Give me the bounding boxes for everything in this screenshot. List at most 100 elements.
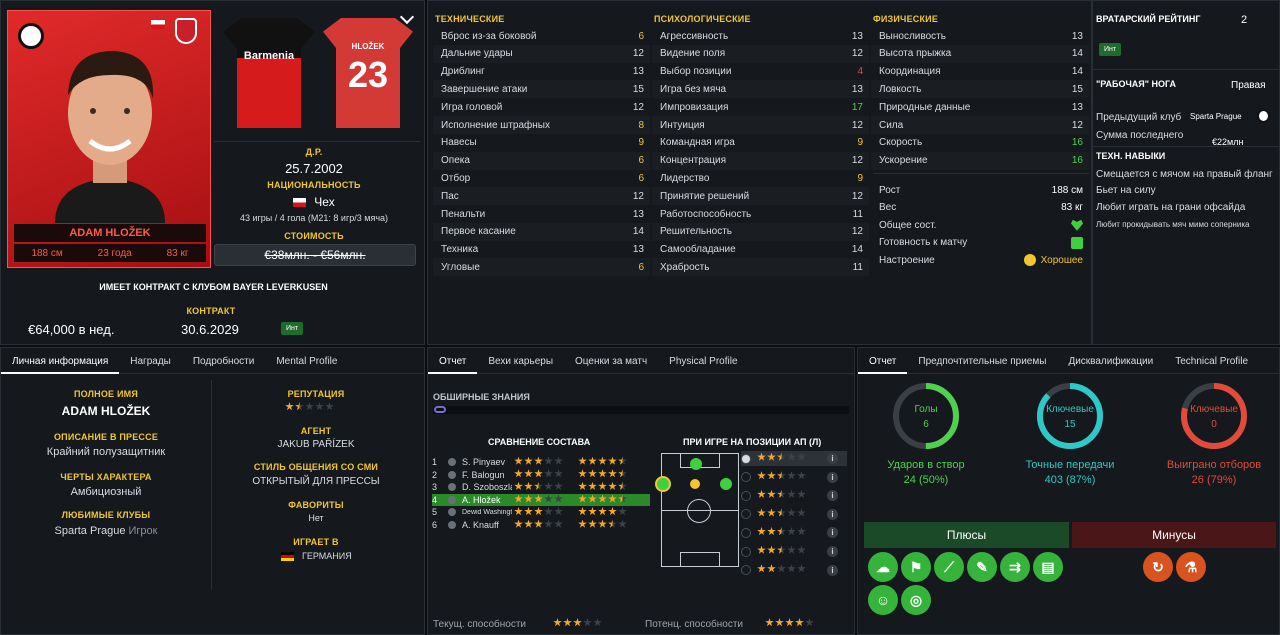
role-radio[interactable] — [741, 472, 751, 483]
attribute-value: 11 — [852, 208, 863, 220]
squad-row[interactable]: 1 S. Pinyaev — [432, 456, 650, 468]
attribute-row: Опека 6 — [433, 151, 650, 170]
role-radio[interactable] — [741, 527, 751, 538]
star-icon — [608, 456, 617, 465]
body-value: 83 кг — [1061, 202, 1083, 214]
role-row[interactable]: i — [741, 451, 847, 466]
fav-club-name[interactable]: Sparta Prague — [55, 525, 126, 537]
attribute-value: 12 — [632, 48, 644, 60]
ring-value: 15 — [1064, 419, 1076, 430]
morale-text: Хорошее — [1040, 254, 1083, 266]
role-radio[interactable] — [741, 453, 751, 464]
attribute-row: Дальние удары 12 — [433, 44, 650, 63]
info-icon[interactable]: i — [827, 546, 838, 557]
tab-mental-profile[interactable]: Mental Profile — [265, 348, 348, 374]
tackle-icon[interactable]: ↻ — [1143, 552, 1173, 582]
star-icon — [777, 489, 786, 498]
role-row[interactable]: i — [741, 470, 847, 485]
info-icon[interactable]: i — [827, 471, 838, 483]
role-row[interactable]: i — [741, 507, 847, 522]
reputation-label: РЕПУТАЦИЯ — [287, 389, 345, 399]
press-value: Крайний полузащитник — [46, 446, 166, 458]
attribute-row: Решительность 12 — [652, 222, 869, 241]
role-radio[interactable] — [741, 565, 751, 576]
squad-name[interactable]: Dewid Washington — [462, 509, 512, 516]
tab-personal-info[interactable]: Личная информация — [1, 348, 120, 374]
squad-row[interactable]: 4 A. Hložek — [432, 493, 650, 506]
squad-name[interactable]: A. Knauff — [462, 520, 512, 530]
tab-details[interactable]: Подробности — [182, 348, 265, 374]
attribute-value: 6 — [638, 155, 644, 167]
pen-icon[interactable]: ✎ — [967, 552, 997, 582]
flag-icon[interactable]: ⚑ — [901, 552, 931, 582]
prev-club-value[interactable]: Sparta Prague — [1190, 112, 1242, 121]
attribute-name: Концентрация — [660, 155, 727, 167]
role-radio[interactable] — [741, 546, 751, 557]
tab-awards[interactable]: Награды — [119, 348, 182, 374]
knowledge-bar — [433, 406, 849, 414]
star-icon — [524, 469, 533, 478]
flask-icon[interactable]: ⚗ — [1176, 552, 1206, 582]
squad-row[interactable]: 6 A. Knauff — [432, 519, 650, 531]
star-icon — [608, 481, 617, 490]
tab-physical-profile[interactable]: Physical Profile — [658, 348, 748, 374]
star-icon — [797, 564, 806, 573]
attribute-row: Сила 12 — [871, 116, 1089, 134]
info-icon[interactable]: i — [827, 490, 838, 502]
person-icon — [448, 470, 456, 479]
role-row[interactable]: i — [741, 525, 847, 540]
attribute-row: Природные данные 13 — [871, 98, 1089, 116]
target-icon[interactable]: ◎ — [901, 585, 931, 615]
gk-int-badge[interactable]: Инт — [1099, 43, 1122, 56]
cons-header: Минусы — [1072, 522, 1276, 548]
tab-suspensions[interactable]: Дисквалификации — [1057, 348, 1164, 374]
attribute-row: Угловые 6 — [433, 258, 650, 277]
head-icon[interactable]: ☺ — [868, 585, 898, 615]
tab-match-ratings[interactable]: Оценки за матч — [564, 348, 658, 374]
info-icon[interactable]: i — [827, 453, 838, 464]
position-dot-amr — [720, 478, 732, 490]
position-dot-st — [690, 458, 702, 470]
int-badge[interactable]: Инт — [281, 322, 304, 335]
tab-preferred-moves[interactable]: Предпочтительные приемы — [907, 348, 1057, 374]
squad-rank: 4 — [432, 494, 438, 505]
squad-pa-stars — [578, 506, 628, 518]
tab-report[interactable]: Отчет — [428, 348, 478, 374]
arrows-icon[interactable]: ⇉ — [1000, 552, 1030, 582]
attribute-value: 9 — [638, 137, 644, 149]
star-icon — [514, 481, 523, 490]
role-row[interactable]: i — [741, 563, 847, 578]
squad-name[interactable]: D. Szoboszlai — [462, 482, 512, 492]
value-box[interactable]: €38млн. - €56млн. — [214, 244, 416, 266]
role-radio[interactable] — [741, 509, 751, 520]
role-radio[interactable] — [741, 490, 751, 501]
squad-name[interactable]: S. Pinyaev — [462, 457, 512, 467]
role-row[interactable]: i — [741, 544, 847, 559]
squad-row[interactable]: 3 D. Szoboszlai — [432, 481, 650, 493]
star-icon — [618, 456, 627, 465]
star-icon — [618, 519, 627, 528]
star-icon — [563, 618, 572, 627]
squad-ca-stars — [514, 506, 578, 518]
agent-value[interactable]: JAKUB PAŘÍZEK — [211, 439, 421, 450]
clipboard-icon[interactable]: ▤ — [1033, 552, 1063, 582]
squad-name[interactable]: A. Hložek — [462, 495, 512, 505]
tab-technical-profile[interactable]: Technical Profile — [1164, 348, 1259, 374]
star-icon — [777, 545, 786, 554]
info-icon[interactable]: i — [827, 564, 838, 576]
info-icon[interactable]: i — [827, 508, 838, 520]
squad-row[interactable]: 2 F. Balogun — [432, 469, 650, 481]
attribute-row: Выбор позиции 4 — [652, 63, 869, 81]
role-row[interactable]: i — [741, 488, 847, 503]
star-icon — [618, 494, 627, 503]
boot-icon[interactable]: ⟋ — [934, 552, 964, 582]
tab-stats-report[interactable]: Отчет — [858, 348, 908, 374]
star-icon — [315, 402, 324, 411]
star-icon — [767, 471, 776, 480]
squad-row[interactable]: 5 Dewid Washington — [432, 506, 650, 518]
info-icon[interactable]: i — [827, 527, 838, 539]
attribute-row: Техника 13 — [433, 241, 650, 259]
squad-name[interactable]: F. Balogun — [462, 470, 512, 480]
tab-career-milestones[interactable]: Вехи карьеры — [477, 348, 564, 374]
speech-bubble-icon[interactable]: ☁ — [868, 552, 898, 582]
